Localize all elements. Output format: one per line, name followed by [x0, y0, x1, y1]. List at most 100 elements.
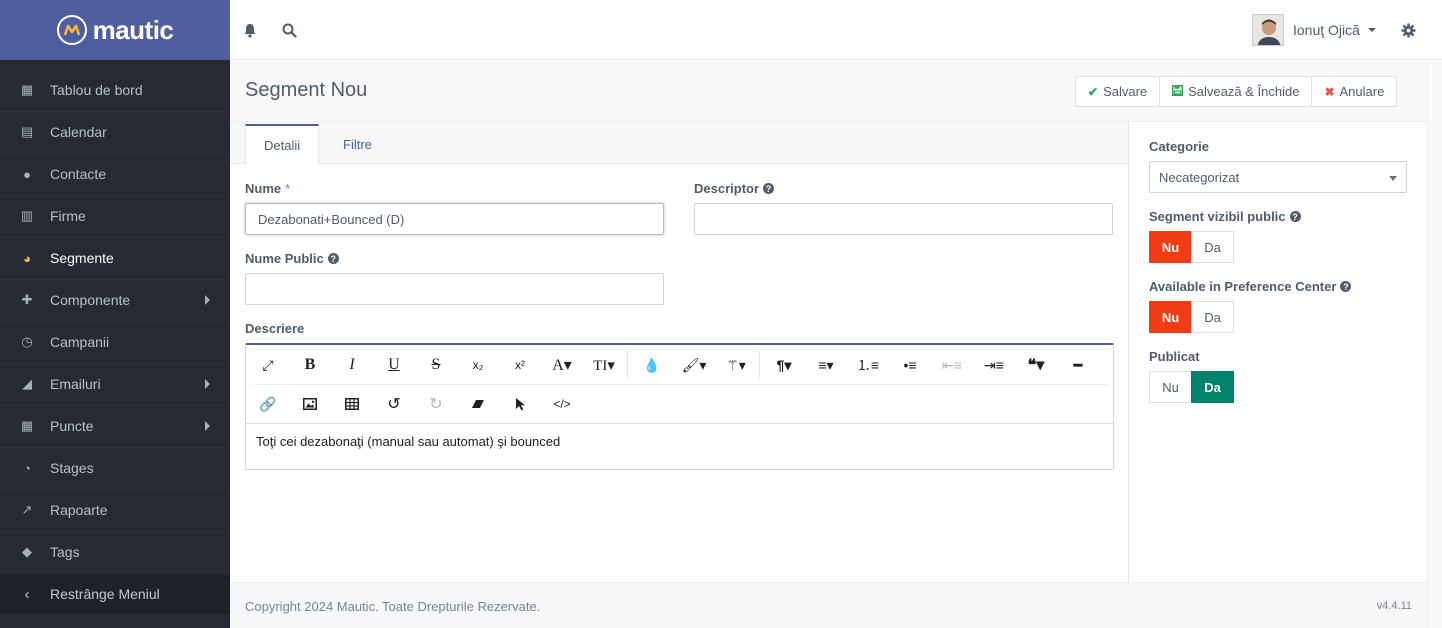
sidebar-divider	[0, 489, 230, 490]
bell-icon[interactable]	[240, 20, 260, 40]
published-yes-option[interactable]: Da	[1191, 371, 1234, 403]
sidebar-item-label: Rapoarte	[50, 502, 108, 518]
help-icon[interactable]: ?	[763, 183, 775, 194]
sidebar-item-campanii[interactable]: ◷ Campanii	[0, 321, 230, 363]
published-no-option[interactable]: Nu	[1149, 371, 1192, 403]
preference-center-label: Available in Preference Center?	[1149, 279, 1352, 294]
sidebar-item-emailuri[interactable]: ◢ Emailuri	[0, 363, 230, 405]
horizontal-rule-icon[interactable]: ━	[1064, 353, 1092, 377]
toolbar-divider	[627, 351, 628, 379]
name-input-value: Dezabonati+Bounced (D)	[258, 211, 405, 227]
sidebar-item-contacte[interactable]: ● Contacte	[0, 153, 230, 195]
toolbar-divider	[759, 351, 760, 379]
save-button[interactable]: ✔ Salvare	[1075, 76, 1161, 107]
calculator-icon: ▦	[20, 418, 34, 433]
sidebar-item-rapoarte[interactable]: ↗ Rapoarte	[0, 489, 230, 531]
sidebar-item-stages[interactable]: ◔ Stages	[0, 447, 230, 489]
table-icon[interactable]	[338, 392, 366, 416]
sidebar-item-label: Tags	[50, 544, 80, 560]
descriptor-input[interactable]	[694, 203, 1113, 235]
puzzle-icon: ✚	[21, 292, 33, 307]
description-editor: ⤢ B I U S x₂ x² A▾ TI▾ 💧 🖌▾ ⚚▾ ¶▾ ≡▾ ⒈≡ …	[245, 343, 1114, 470]
name-label-text: Nume	[245, 181, 282, 196]
color-drop-icon[interactable]: 💧	[638, 353, 666, 377]
dashboard-icon: ▦	[20, 82, 34, 97]
code-view-icon[interactable]: </>	[548, 392, 576, 416]
public-no-option[interactable]: Nu	[1149, 231, 1192, 263]
unordered-list-icon[interactable]: •≡	[896, 353, 924, 377]
close-icon: ✖	[1324, 84, 1335, 99]
paint-brush-icon[interactable]: 🖌▾	[680, 353, 708, 377]
italic-icon[interactable]: I	[338, 353, 366, 377]
sidebar-divider	[0, 363, 230, 364]
sidebar-item-tablou-de-bord[interactable]: ▦ Tablou de bord	[0, 69, 230, 111]
description-content[interactable]: Toţi cei dezabonaţi (manual sau automat)…	[246, 424, 1113, 459]
tachometer-icon: ◔	[23, 460, 31, 476]
help-icon[interactable]: ?	[327, 253, 339, 264]
category-label-text: Categorie	[1149, 139, 1209, 154]
help-icon[interactable]: ?	[1340, 281, 1352, 292]
tab-filters[interactable]: Filtre	[325, 124, 390, 164]
search-icon[interactable]	[279, 20, 299, 40]
sidebar-item-tags[interactable]: ◆ Tags	[0, 531, 230, 573]
main-form: Detalii Filtre Nume * Dezabonati+Bounced …	[230, 122, 1128, 582]
user-menu[interactable]: Ionuţ Ojică	[1252, 14, 1376, 46]
bold-icon[interactable]: B	[296, 353, 324, 377]
gear-icon[interactable]	[1398, 20, 1418, 40]
help-icon[interactable]: ?	[1289, 211, 1301, 222]
category-select[interactable]: Necategorizat	[1149, 161, 1407, 193]
undo-icon[interactable]: ↺	[380, 392, 408, 416]
sidebar-item-firme[interactable]: ▥ Firme	[0, 195, 230, 237]
tab-details[interactable]: Detalii	[245, 124, 320, 165]
sidebar-item-componente[interactable]: ✚ Componente	[0, 279, 230, 321]
ordered-list-icon[interactable]: ⒈≡	[854, 353, 882, 377]
sidebar-item-puncte[interactable]: ▦ Puncte	[0, 405, 230, 447]
public-name-input[interactable]	[245, 273, 664, 305]
font-family-icon[interactable]: A▾	[548, 353, 576, 377]
category-select-value: Necategorizat	[1159, 169, 1240, 185]
underline-icon[interactable]: U	[380, 353, 408, 377]
cancel-button[interactable]: ✖ Anulare	[1311, 76, 1398, 107]
fullscreen-icon[interactable]: ⤢	[254, 353, 282, 377]
descriptor-label-text: Descriptor	[694, 181, 760, 196]
page-scrollbar[interactable]	[1427, 61, 1442, 628]
sidebar-item-calendar[interactable]: ▤ Calendar	[0, 111, 230, 153]
page-title: Segment Nou	[245, 79, 368, 101]
paragraph-icon[interactable]: ¶▾	[770, 353, 798, 377]
version-text: v4.4.11	[1376, 600, 1412, 612]
category-label: Categorie	[1149, 139, 1209, 154]
quote-icon[interactable]: ❝▾	[1022, 353, 1050, 377]
tag-icon: ◆	[22, 544, 32, 559]
name-input[interactable]: Dezabonati+Bounced (D)	[245, 203, 664, 235]
superscript-icon[interactable]: x²	[506, 353, 534, 377]
mautic-logo[interactable]: mautic	[56, 15, 174, 46]
preference-no-option[interactable]: Nu	[1149, 301, 1192, 333]
link-icon[interactable]: 🔗	[254, 392, 282, 416]
published-label-text: Publicat	[1149, 349, 1200, 364]
tabs-bar: Detalii Filtre	[230, 122, 1128, 165]
sidebar-item-segmente[interactable]: ◕ Segmente	[0, 237, 230, 279]
published-label: Publicat	[1149, 349, 1200, 364]
subscript-icon[interactable]: x₂	[464, 353, 492, 377]
brand-header[interactable]: mautic	[0, 0, 230, 60]
preference-yes-option[interactable]: Da	[1191, 301, 1234, 333]
font-size-icon[interactable]: TI▾	[590, 353, 618, 377]
strikethrough-icon[interactable]: S	[422, 353, 450, 377]
public-yes-option[interactable]: Da	[1191, 231, 1234, 263]
align-icon[interactable]: ≡▾	[812, 353, 840, 377]
eraser-icon[interactable]	[464, 392, 492, 416]
descriptor-label: Descriptor?	[694, 181, 775, 196]
magic-wand-icon[interactable]: ⚚▾	[722, 353, 750, 377]
description-label: Descriere	[245, 321, 304, 336]
image-icon[interactable]	[296, 392, 324, 416]
caret-right-icon	[205, 379, 210, 389]
save-close-button[interactable]: Salvează & Închide	[1159, 76, 1313, 107]
user-icon: ●	[23, 166, 31, 182]
indent-icon[interactable]: ⇥≡	[980, 353, 1008, 377]
cursor-icon[interactable]	[506, 392, 534, 416]
redo-icon[interactable]: ↻	[422, 392, 450, 416]
outdent-icon[interactable]: ⇤≡	[938, 353, 966, 377]
public-name-label-text: Nume Public	[245, 251, 324, 266]
collapse-menu-button[interactable]: ‹ Restrânge Meniul	[0, 574, 230, 614]
copyright-text: Copyright 2024 Mautic. Toate Drepturile …	[245, 599, 541, 614]
